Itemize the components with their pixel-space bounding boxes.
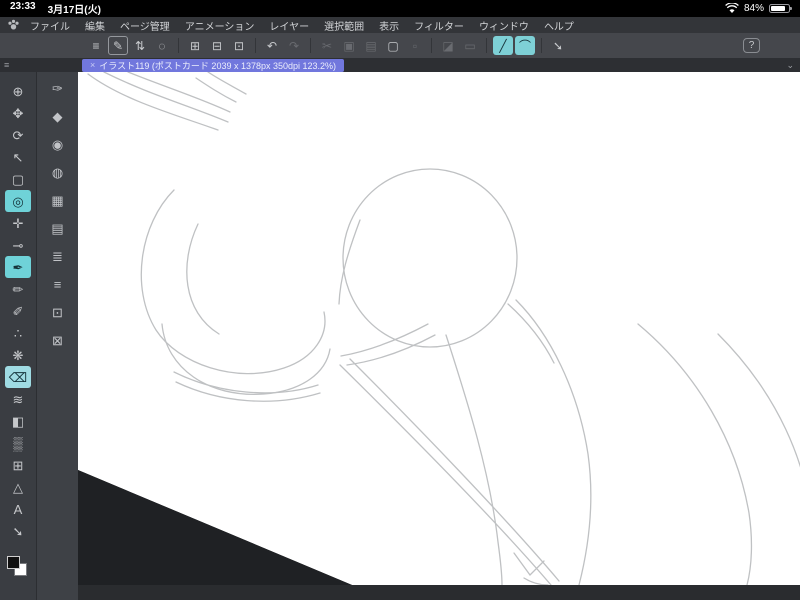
redo-button[interactable]: ↷ [284, 36, 304, 55]
menu-list: ファイル 編集 ページ管理 アニメーション レイヤー 選択範囲 表示 フィルター ウィンドウ ヘル… [30, 18, 574, 33]
separator [541, 38, 542, 53]
stabilization-button[interactable]: ◌ [152, 36, 172, 55]
snap-to-ruler-button[interactable]: ╱ [493, 36, 513, 55]
zoom-tool[interactable]: ⊕ [5, 80, 31, 102]
rotate-tool[interactable]: ⟳ [5, 124, 31, 146]
sub-tool-palette: ✑ ◆ ◉ ◍ ▦ ▤ ≣ ≡ ⊡ ⊠ [36, 72, 78, 600]
menu-item[interactable]: ヘルプ [544, 18, 574, 33]
copy-button[interactable]: ▣ [339, 36, 359, 55]
eraser-tool[interactable]: ⌫ [5, 366, 31, 388]
subtool-tone[interactable]: ◍ [45, 162, 71, 182]
battery-percent: 84% [743, 3, 764, 14]
separator [431, 38, 432, 53]
subtool-favorites-2[interactable]: ⊠ [45, 330, 71, 350]
menu-item[interactable]: 編集 [85, 18, 105, 33]
main-menu-button[interactable]: ≡ [86, 36, 106, 55]
menu-item[interactable]: 選択範囲 [324, 18, 364, 33]
color-swatches [7, 556, 29, 578]
separator [178, 38, 179, 53]
subtool-ink[interactable]: ◆ [45, 106, 71, 126]
canvas-tab[interactable]: × イラスト119 (ポストカード 2039 x 1378px 350dpi 1… [82, 58, 345, 72]
pencil-tool[interactable]: ✏ [5, 278, 31, 300]
line-correct-tool[interactable]: ➘ [5, 520, 31, 542]
selection-border-button[interactable]: ▭ [460, 36, 480, 55]
app-screen: 23:33 3月17日(火) 84% ファイル 編集 ページ管理 アニメーション レイヤ… [0, 0, 800, 600]
brush-tool[interactable]: ✐ [5, 300, 31, 322]
help-button[interactable]: ? [743, 38, 760, 53]
subtool-layer-list[interactable]: ≣ [45, 246, 71, 266]
tool-palette: ⊕ ✥ ⟳ ↖ ▢ ◎ ✛ ⊸ ✒ ✏ ✐ ∴ ❋ ⌫ ≋ ◧ ▒ ⊞ △ A ➘ [0, 72, 36, 600]
auto-select-tool[interactable]: ◎ [5, 190, 31, 212]
canvas-area[interactable] [78, 72, 800, 600]
collapse-chevron-icon[interactable]: ⌄ [786, 60, 794, 71]
subtool-opacity[interactable]: ◉ [45, 134, 71, 154]
save-file-button[interactable]: ⊡ [229, 36, 249, 55]
subtool-favorites-1[interactable]: ⊡ [45, 302, 71, 322]
subtool-layer-property[interactable]: ≡ [45, 274, 71, 294]
tab-close-icon[interactable]: × [90, 60, 95, 70]
menu-item[interactable]: フィルター [414, 18, 464, 33]
separator [255, 38, 256, 53]
new-file-button[interactable]: ⊞ [185, 36, 205, 55]
airbrush-tool[interactable]: ∴ [5, 322, 31, 344]
fill-tool[interactable]: ◧ [5, 410, 31, 432]
tool-property-button[interactable]: ✎ [108, 36, 128, 55]
app-logo-icon[interactable] [7, 19, 20, 31]
subtool-screen[interactable]: ▦ [45, 190, 71, 210]
date: 3月17日(火) [47, 5, 101, 16]
tool-rail-menu-icon[interactable]: ≡ [4, 60, 14, 70]
cut-button[interactable]: ✂ [317, 36, 337, 55]
operation-tool[interactable]: ↖ [5, 146, 31, 168]
subtool-pen-settings[interactable]: ✑ [45, 78, 71, 98]
deselect-button[interactable]: ▫ [405, 36, 425, 55]
main-area: ⊕ ✥ ⟳ ↖ ▢ ◎ ✛ ⊸ ✒ ✏ ✐ ∴ ❋ ⌫ ≋ ◧ ▒ ⊞ △ A ➘ ✑ ◆ ◉ ◍ ▦ ▤ ≣ ≡ ⊡ ⊠ [0, 72, 800, 600]
battery-icon [769, 4, 792, 13]
canvas-tab-bar: ≡ × イラスト119 (ポストカード 2039 x 1378px 350dpi… [0, 58, 800, 72]
menu-item[interactable]: ウィンドウ [479, 18, 529, 33]
clock: 23:33 [10, 1, 36, 12]
menu-item[interactable]: アニメーション [185, 18, 255, 33]
text-tool[interactable]: A [5, 498, 31, 520]
pen-tool[interactable]: ✒ [5, 256, 31, 278]
selection-tool[interactable]: ▢ [5, 168, 31, 190]
paste-button[interactable]: ▤ [361, 36, 381, 55]
menu-item[interactable]: 表示 [379, 18, 399, 33]
frame-border-tool[interactable]: ⊞ [5, 454, 31, 476]
subtool-film[interactable]: ▤ [45, 218, 71, 238]
menu-item[interactable]: レイヤー [269, 18, 309, 33]
brush-size-stepper[interactable]: ⇅ [130, 36, 150, 55]
ios-status-bar: 23:33 3月17日(火) 84% [0, 0, 800, 17]
open-file-button[interactable]: ⊟ [207, 36, 227, 55]
eyedropper-tool[interactable]: ⊸ [5, 234, 31, 256]
undo-button[interactable]: ↶ [262, 36, 282, 55]
snap-to-special-ruler-button[interactable]: ⌒ [515, 36, 535, 55]
blend-tool[interactable]: ≋ [5, 388, 31, 410]
tab-title: イラスト119 (ポストカード 2039 x 1378px 350dpi 123… [99, 60, 337, 71]
separator [486, 38, 487, 53]
menu-bar: ファイル 編集 ページ管理 アニメーション レイヤー 選択範囲 表示 フィルター ウィンドウ ヘル… [0, 17, 800, 33]
main-color-swatch[interactable] [7, 556, 20, 569]
vector-line-correct-button[interactable]: ➘ [548, 36, 568, 55]
invert-selection-button[interactable]: ◪ [438, 36, 458, 55]
selection-button[interactable]: ▢ [383, 36, 403, 55]
decoration-tool[interactable]: ❋ [5, 344, 31, 366]
figure-tool[interactable]: △ [5, 476, 31, 498]
wifi-icon [725, 3, 739, 13]
separator [310, 38, 311, 53]
gradient-tool[interactable]: ▒ [5, 432, 31, 454]
main-toolbar: ≡ ✎ ⇅ ◌ ⊞ ⊟ ⊡ ↶ ↷ ✂ ▣ ▤ ▢ ▫ ◪ ▭ ╱ ⌒ ➘? [0, 33, 800, 58]
menu-item[interactable]: ファイル [30, 18, 70, 33]
menu-item[interactable]: ページ管理 [120, 18, 170, 33]
layer-move-tool[interactable]: ✛ [5, 212, 31, 234]
hand-tool[interactable]: ✥ [5, 102, 31, 124]
